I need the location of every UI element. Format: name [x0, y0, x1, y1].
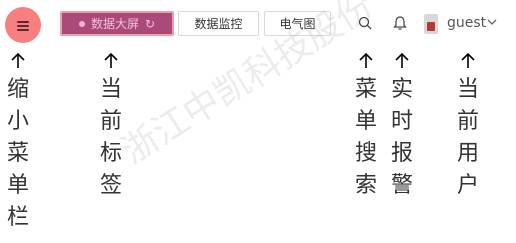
arrow-up-icon: [359, 52, 373, 68]
annotation-collapse-menu: 缩小菜单栏: [6, 77, 29, 230]
annotation-live-alarm: 实时报警: [390, 77, 413, 198]
annotation-current-tab: 当前标签: [99, 77, 122, 198]
annotation-menu-search: 菜单搜索: [354, 77, 377, 198]
chevron-down-icon[interactable]: [487, 18, 497, 26]
collapse-menu-button[interactable]: [5, 7, 41, 43]
refresh-icon[interactable]: ↻: [145, 17, 155, 31]
tab-data-monitor[interactable]: 数据监控: [178, 11, 259, 36]
current-user-name[interactable]: guest: [447, 15, 486, 31]
tab-data-screen[interactable]: 数据大屏 ↻: [60, 11, 174, 36]
menu-icon: [17, 20, 29, 31]
avatar[interactable]: [424, 14, 438, 34]
tab-label: 数据监控: [194, 17, 243, 31]
arrow-up-icon: [11, 52, 25, 68]
arrow-up-icon: [104, 52, 118, 68]
tab-electrical-diagram[interactable]: 电气图: [264, 11, 331, 36]
arrow-up-icon: [461, 52, 475, 68]
tab-label: 数据大屏: [90, 17, 139, 31]
annotation-current-user: 当前用户: [456, 77, 479, 198]
tab-label: 电气图: [279, 17, 316, 31]
active-dot-icon: [78, 20, 85, 27]
top-navigation-bar: 数据大屏 ↻ 数据监控 电气图 guest: [0, 0, 516, 46]
arrow-up-icon: [395, 52, 409, 68]
search-icon[interactable]: [358, 16, 372, 30]
bell-icon[interactable]: [393, 15, 407, 31]
